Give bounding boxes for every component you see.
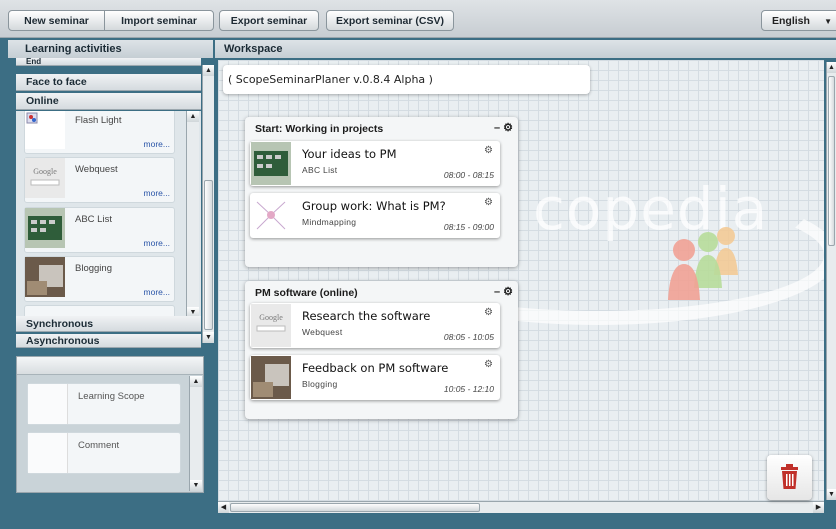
- activity-group-pm-software[interactable]: PM software (online) – ⚙ Google Research…: [245, 281, 518, 419]
- chevron-down-icon: ▼: [824, 17, 832, 26]
- webquest-thumbnail: Google: [251, 304, 291, 347]
- workspace-title: Workspace: [215, 40, 836, 58]
- scroll-up-icon[interactable]: ▲: [827, 62, 836, 73]
- group-controls[interactable]: – ⚙: [494, 121, 513, 134]
- card-title: Group work: What is PM?: [302, 199, 446, 213]
- activity-name: Blogging: [75, 263, 112, 274]
- more-link[interactable]: more...: [144, 139, 170, 149]
- scroll-right-icon[interactable]: ▶: [813, 502, 824, 513]
- tool-comment[interactable]: Comment: [27, 432, 181, 474]
- card-subtitle: Webquest: [302, 327, 343, 337]
- activity-card[interactable]: Google Research the software Webquest 08…: [250, 303, 500, 348]
- workspace-horizontal-scrollbar[interactable]: ◀ ▶: [218, 501, 824, 513]
- scroll-thumb[interactable]: [828, 76, 835, 246]
- category-face-to-face[interactable]: Face to face: [16, 74, 201, 91]
- category-end[interactable]: End: [16, 58, 201, 66]
- card-subtitle: ABC List: [302, 165, 338, 175]
- export-csv-button[interactable]: Export seminar (CSV): [326, 10, 454, 31]
- scroll-left-icon[interactable]: ◀: [218, 502, 229, 513]
- scroll-thumb[interactable]: [230, 503, 480, 512]
- card-title: Your ideas to PM: [302, 147, 397, 161]
- scroll-down-icon[interactable]: ▼: [203, 332, 214, 343]
- group-title: PM software (online): [255, 287, 358, 299]
- activity-list-scrollbar[interactable]: ▲ ▼: [186, 111, 199, 318]
- scroll-thumb[interactable]: [204, 180, 213, 330]
- gear-icon[interactable]: ⚙: [484, 307, 493, 318]
- activity-flash-light[interactable]: Flash Light more...: [24, 111, 175, 154]
- tools-panel: Learning Scope Comment: [16, 356, 204, 493]
- scroll-down-icon[interactable]: ▼: [190, 480, 202, 491]
- learning-scope-thumbnail: [28, 384, 68, 424]
- scroll-up-icon[interactable]: ▲: [203, 65, 214, 76]
- tools-header: [17, 357, 203, 375]
- more-link[interactable]: more...: [144, 238, 170, 248]
- blogging-thumbnail: [251, 356, 291, 399]
- more-link[interactable]: more...: [144, 287, 170, 297]
- activity-name: ABC List: [75, 214, 112, 225]
- category-asynchronous[interactable]: Asynchronous: [16, 334, 201, 348]
- workspace-canvas[interactable]: copedia ( ScopeSeminarPlaner v.0.8.4 Alp…: [218, 60, 824, 501]
- card-time: 08:15 - 09:00: [443, 222, 494, 232]
- scroll-up-icon[interactable]: ▲: [190, 376, 202, 387]
- more-link[interactable]: more...: [144, 188, 170, 198]
- tool-name: Comment: [78, 440, 120, 451]
- card-time: 10:05 - 12:10: [443, 384, 494, 394]
- card-time: 08:00 - 08:15: [443, 170, 494, 180]
- card-title: Research the software: [302, 309, 431, 323]
- activity-abc-list[interactable]: ABC List more...: [24, 207, 175, 253]
- left-panel-scrollbar[interactable]: ▲ ▼: [202, 65, 214, 343]
- mindmap-thumbnail: [251, 194, 291, 237]
- card-time: 08:05 - 10:05: [443, 332, 494, 342]
- activity-webquest[interactable]: Google Webquest more...: [24, 157, 175, 203]
- activity-name: Flash Light: [75, 115, 122, 126]
- version-label: ( ScopeSeminarPlaner v.0.8.4 Alpha ): [223, 65, 590, 94]
- flash-light-thumbnail: [25, 111, 65, 149]
- language-select[interactable]: English ▼: [761, 10, 836, 31]
- workspace-panel: Workspace copedia ( ScopeSeminarPlaner v…: [215, 40, 836, 517]
- webquest-thumbnail: Google: [25, 158, 65, 198]
- abc-list-thumbnail: [251, 142, 291, 185]
- svg-text:Google: Google: [33, 167, 57, 176]
- scroll-up-icon[interactable]: ▲: [187, 111, 199, 122]
- category-synchronous[interactable]: Synchronous: [16, 316, 201, 332]
- activity-card[interactable]: Group work: What is PM? Mindmapping 08:1…: [250, 193, 500, 238]
- gear-icon[interactable]: ⚙: [484, 145, 493, 156]
- abc-list-thumbnail: [25, 208, 65, 248]
- card-subtitle: Blogging: [302, 379, 338, 389]
- gear-icon[interactable]: ⚙: [484, 197, 493, 208]
- scroll-down-icon[interactable]: ▼: [827, 489, 836, 500]
- gear-icon[interactable]: ⚙: [484, 359, 493, 370]
- online-activity-list: Flash Light more... Google Webquest more…: [16, 111, 201, 318]
- figures-logo: [668, 227, 738, 300]
- activity-card[interactable]: Your ideas to PM ABC List 08:00 - 08:15 …: [250, 141, 500, 186]
- activity-blogging[interactable]: Blogging more...: [24, 256, 175, 302]
- blogging-thumbnail: [25, 257, 65, 297]
- activity-group-start[interactable]: Start: Working in projects – ⚙ Your idea…: [245, 117, 518, 267]
- trash-icon: [781, 464, 798, 489]
- trash-button[interactable]: [767, 455, 812, 500]
- language-label: English: [772, 14, 810, 27]
- activity-name: Webquest: [75, 164, 118, 175]
- new-seminar-button[interactable]: New seminar: [9, 11, 105, 30]
- tool-name: Learning Scope: [78, 391, 145, 402]
- panel-title: Learning activities: [8, 40, 213, 58]
- seminar-button-group: New seminar Import seminar: [8, 10, 214, 31]
- tool-learning-scope[interactable]: Learning Scope: [27, 383, 181, 425]
- top-toolbar: New seminar Import seminar Export semina…: [0, 0, 836, 38]
- category-online[interactable]: Online: [16, 93, 201, 110]
- group-controls[interactable]: – ⚙: [494, 285, 513, 298]
- card-title: Feedback on PM software: [302, 361, 449, 375]
- activity-card[interactable]: Feedback on PM software Blogging 10:05 -…: [250, 355, 500, 400]
- svg-text:Google: Google: [259, 313, 283, 322]
- comment-thumbnail: [28, 433, 68, 473]
- export-seminar-button[interactable]: Export seminar: [219, 10, 319, 31]
- card-subtitle: Mindmapping: [302, 217, 357, 227]
- group-title: Start: Working in projects: [255, 123, 384, 135]
- workspace-vertical-scrollbar[interactable]: ▲ ▼: [826, 62, 836, 500]
- import-seminar-button[interactable]: Import seminar: [105, 11, 213, 30]
- tools-scrollbar[interactable]: ▲ ▼: [189, 376, 202, 491]
